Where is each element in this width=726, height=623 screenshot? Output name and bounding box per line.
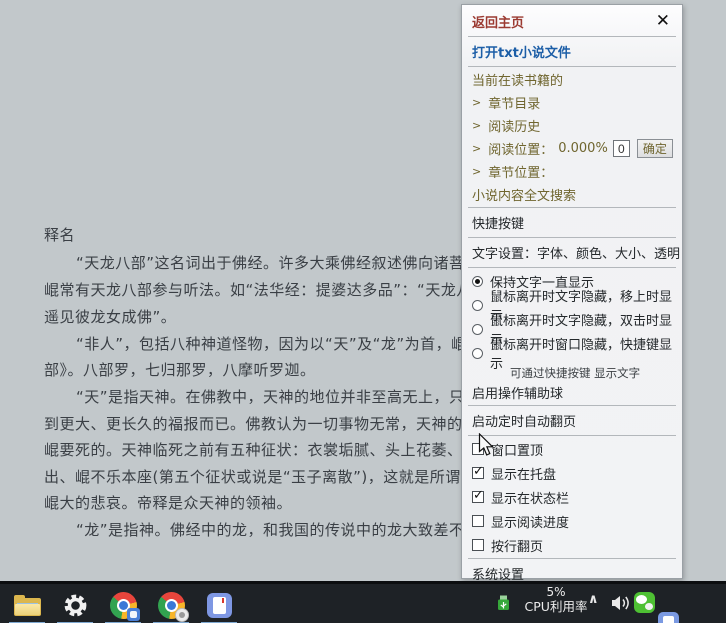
reader-text-line: 崐常有天龙八部参与听法。如“法华经：提婆达多品”：“天龙八部、人 (44, 279, 518, 300)
cpu-label: CPU利用率 (514, 599, 598, 614)
radio-icon[interactable] (472, 324, 483, 335)
confirm-button[interactable]: 确定 (637, 139, 673, 158)
chevron-right-icon: > (472, 142, 481, 155)
divider (468, 435, 676, 436)
taskbar-button-chrome-profile[interactable] (147, 587, 195, 623)
chapter-position-row[interactable]: > 章节位置： (472, 160, 672, 183)
reader-menu-panel: 返回主页 ✕ 打开txt小说文件 当前在读书籍的 > 章节目录 > 阅读历史 >… (461, 4, 683, 579)
option-label: 按行翻页 (491, 536, 543, 555)
radio-icon[interactable] (472, 300, 483, 311)
reading-position-value: 0.000% (558, 141, 608, 156)
reader-text-line: “龙”是指神。佛经中的龙，和我国的传说中的龙大致差不多，不 (76, 519, 511, 540)
panel-header: 返回主页 ✕ (472, 7, 672, 35)
reader-text-line: “天龙八部”这名词出于佛经。许多大乘佛经叙述佛向诸菩萨、比 (76, 252, 511, 273)
radio-icon[interactable] (472, 348, 483, 359)
display-mode-option-3[interactable]: 鼠标离开时窗口隐藏，快捷键显示 (472, 341, 672, 365)
reader-text-line: 崐大的悲哀。帝释是众天神的领袖。 (44, 492, 292, 513)
chapter-toc-link[interactable]: > 章节目录 (472, 91, 672, 114)
divider (468, 36, 676, 37)
option-label: 显示在托盘 (491, 464, 556, 483)
back-home-link[interactable]: 返回主页 (472, 12, 524, 31)
mouse-cursor (478, 433, 494, 461)
assist-ball-item[interactable]: 启用操作辅助球 (472, 381, 672, 404)
checkbox-checked-icon[interactable] (472, 491, 484, 503)
open-txt-file-link[interactable]: 打开txt小说文件 (472, 38, 672, 65)
reader-text-line: 部》。八部罗，七归那罗，八摩听罗迦。 (44, 359, 316, 380)
reader-text-line: 崐要死的。天神临死之前有五种征状：衣裳垢腻、头上花萎、身体臭 (44, 439, 509, 460)
option-label: 显示在状态栏 (491, 488, 569, 507)
chapter-toc-label: 章节目录 (488, 93, 540, 112)
chrome-icon (110, 592, 137, 619)
current-book-label: 当前在读书籍的 (472, 68, 672, 91)
hotkeys-item[interactable]: 快捷按键 (472, 209, 672, 236)
taskbar-button-chrome[interactable] (99, 587, 147, 623)
reader-app-icon (207, 593, 232, 618)
reading-history-link[interactable]: > 阅读历史 (472, 114, 672, 137)
usb-device-tray-icon[interactable] (496, 594, 511, 615)
divider (468, 267, 676, 268)
cpu-usage-tray-widget[interactable]: 5% CPU利用率 (514, 585, 598, 614)
reading-position-row: > 阅读位置： 0.000% 确定 (472, 137, 672, 160)
reader-text-line: 出、崐不乐本座(第五个征状或说是“玉子离散”)，这就是所谓“天人五 (44, 466, 516, 487)
chevron-right-icon: > (472, 165, 481, 178)
checkbox-icon[interactable] (472, 515, 484, 527)
divider (468, 207, 676, 208)
reading-history-label: 阅读历史 (488, 116, 540, 135)
fulltext-search-link[interactable]: 小说内容全文搜索 (472, 183, 672, 206)
checkbox-icon[interactable] (472, 539, 484, 551)
desktop: 释名“天龙八部”这名词出于佛经。许多大乘佛经叙述佛向诸菩萨、比崐常有天龙八部参与… (0, 0, 726, 85)
radio-selected-icon[interactable] (472, 276, 483, 287)
chrome-icon (158, 592, 185, 619)
wechat-tray-icon[interactable] (634, 592, 655, 613)
tray-overflow-chevron[interactable]: ∧ (588, 592, 599, 607)
option-label: 窗口置顶 (491, 440, 543, 459)
option-checkbox-2[interactable]: 显示在状态栏 (472, 485, 672, 509)
chapter-position-label: 章节位置： (488, 162, 553, 181)
options-checkbox-group: 窗口置顶显示在托盘显示在状态栏显示阅读进度按行翻页 (472, 437, 672, 557)
reader-tray-icon[interactable] (658, 612, 679, 623)
taskbar-button-file-explorer[interactable] (3, 587, 51, 623)
reader-text-line: “天”是指天神。在佛教中，天神的地位并非至高无上，只不过比 (76, 386, 511, 407)
file-explorer-icon (14, 595, 41, 616)
divider (468, 405, 676, 406)
option-checkbox-1[interactable]: 显示在托盘 (472, 461, 672, 485)
taskbar-apps (3, 587, 243, 623)
reading-position-label: 阅读位置： (488, 139, 553, 158)
gear-icon (62, 592, 89, 619)
divider (468, 66, 676, 67)
reader-text-line: 遥见彼龙女成佛”。 (44, 306, 176, 327)
reading-position-input[interactable] (613, 140, 630, 157)
volume-icon[interactable] (611, 595, 632, 615)
option-checkbox-0[interactable]: 窗口置顶 (472, 437, 672, 461)
divider (468, 237, 676, 238)
taskbar-button-settings[interactable] (51, 587, 99, 623)
reader-text-line: 到更大、更长久的福报而已。佛教认为一切事物无常，天神的寿命终 (44, 413, 509, 434)
app-badge-icon (127, 608, 140, 621)
profile-badge-icon (175, 608, 189, 622)
reader-text-line: 释名 (44, 224, 75, 245)
divider (468, 558, 676, 559)
taskbar-button-reader-app[interactable] (195, 587, 243, 623)
option-label: 显示阅读进度 (491, 512, 569, 531)
close-icon[interactable]: ✕ (654, 13, 672, 30)
cpu-percent: 5% (514, 585, 598, 599)
auto-page-item[interactable]: 启动定时自动翻页 (472, 407, 672, 434)
text-settings-item[interactable]: 文字设置：字体、颜色、大小、透明 (472, 239, 672, 266)
option-checkbox-4[interactable]: 按行翻页 (472, 533, 672, 557)
chevron-right-icon: > (472, 96, 481, 109)
chevron-right-icon: > (472, 119, 481, 132)
checkbox-checked-icon[interactable] (472, 467, 484, 479)
display-mode-radio-group: 保持文字一直显示鼠标离开时文字隐藏，移上时显示鼠标离开时文字隐藏，双击时显示鼠标… (472, 269, 672, 365)
option-checkbox-3[interactable]: 显示阅读进度 (472, 509, 672, 533)
